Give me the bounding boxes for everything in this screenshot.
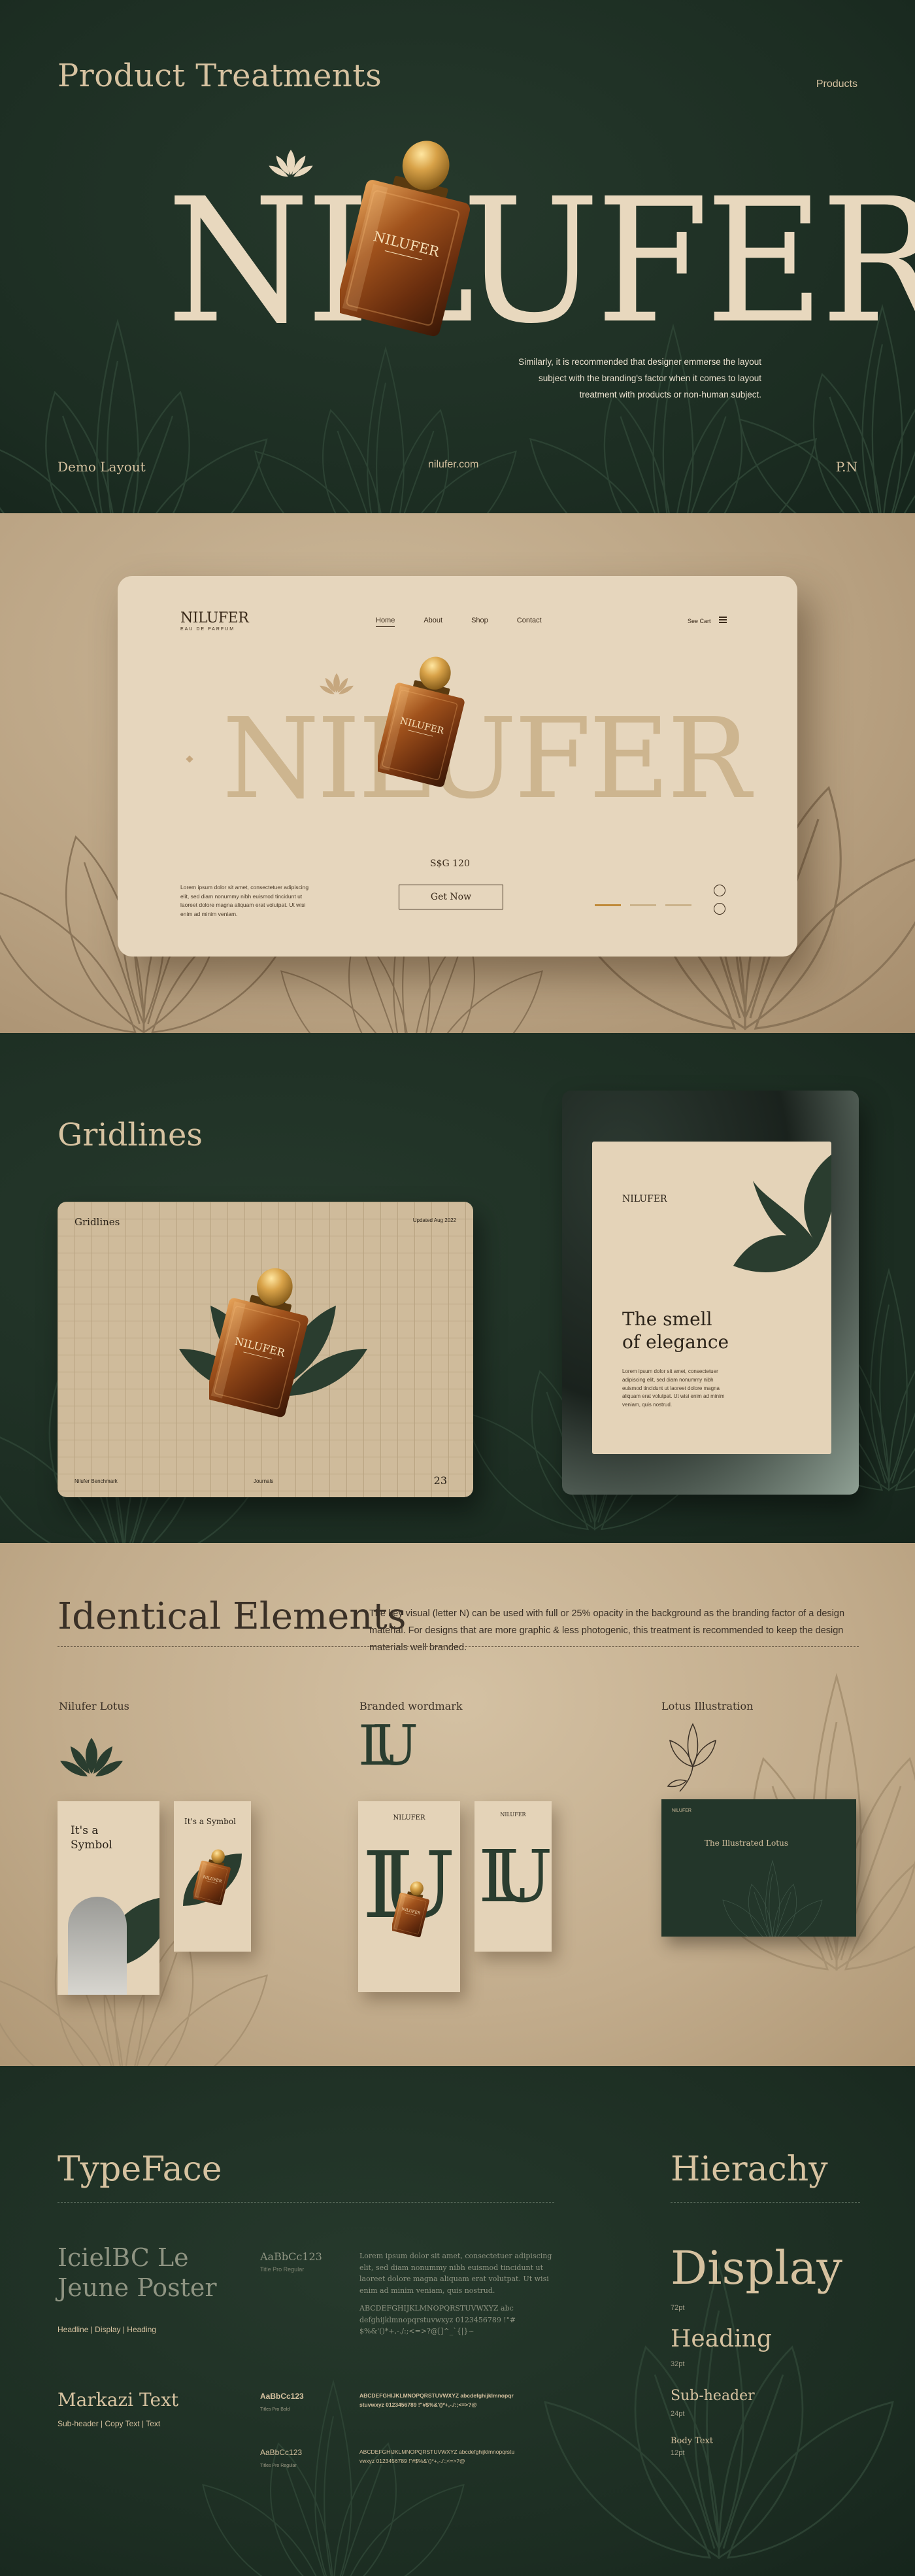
font2-sample-regular: AaBbCc123 xyxy=(260,2448,303,2457)
section-title: Identical Elements xyxy=(58,1595,407,1638)
next-arrow-button[interactable] xyxy=(714,903,725,915)
font2-glyphs-bold: ABCDEFGHIJKLMNOPQRSTUVWXYZ abcdefghijklm… xyxy=(359,2392,514,2408)
slide-dot-active[interactable] xyxy=(595,904,621,906)
hierarchy-subheader-size: 24pt xyxy=(671,2410,685,2418)
card-footer-left: Nilufer Benchmark xyxy=(75,1478,118,1484)
lotus-drawing-icon xyxy=(667,1723,716,1792)
dashed-divider xyxy=(671,2202,860,2203)
hierarchy-heading: Heading xyxy=(671,2326,772,2352)
wordmark-card-2: NILUFER LU xyxy=(474,1801,552,1952)
poster-card: NILUFER The smell of elegance Lorem ipsu… xyxy=(592,1142,831,1454)
brand-wordmark: NILUFER xyxy=(222,694,751,824)
prev-arrow-button[interactable] xyxy=(714,885,725,896)
website-mockup-section: NILUFER EAU DE PARFUM Home About Shop Co… xyxy=(0,513,915,1033)
hero-description: Similarly, it is recommended that design… xyxy=(518,357,761,399)
perfume-bottle-image xyxy=(209,1262,314,1419)
lotus-icon xyxy=(59,1734,124,1781)
font1-caption: Title Pro Regular xyxy=(260,2266,305,2273)
hierarchy-title: Hierachy xyxy=(671,2150,828,2189)
monogram-lu: LU xyxy=(358,1714,418,1778)
font2-sample-bold: AaBbCc123 xyxy=(260,2392,304,2401)
typeface-section: TypeFace Hierachy IcielBC Le Jeune Poste… xyxy=(0,2066,915,2576)
dashed-divider xyxy=(58,2202,554,2203)
dashed-divider xyxy=(58,1646,859,1647)
poster-heading: The smell of elegance xyxy=(622,1308,729,1353)
gridlines-card: Gridlines Updated Aug 2022 Nilufer Bench… xyxy=(58,1202,473,1497)
card-page-number: 23 xyxy=(433,1474,447,1487)
font2-caption-bold: Titles Pro Bold xyxy=(260,2407,290,2412)
card-title: Gridlines xyxy=(75,1216,120,1228)
illustration-screen: NILUFER The Illustrated Lotus xyxy=(661,1799,856,1937)
font2-name: Markazi Text xyxy=(58,2389,179,2411)
footer-url[interactable]: nilufer.com xyxy=(428,459,478,471)
nav-home[interactable]: Home xyxy=(376,617,395,627)
poster-body: Lorem ipsum dolor sit amet, consectetuer… xyxy=(622,1368,725,1408)
perfume-bottle-image xyxy=(378,648,469,792)
wordmark-card-1: NILUFER LU xyxy=(358,1801,460,1992)
identical-elements-section: Identical Elements The key visual (lette… xyxy=(0,1543,915,2066)
footer-left: Demo Layout xyxy=(58,459,146,475)
section-title: Product Treatments xyxy=(58,58,382,94)
slide-dot[interactable] xyxy=(630,904,656,906)
font1-paragraph: Lorem ipsum dolor sit amet, consectetuer… xyxy=(359,2252,552,2295)
font1-uses: Headline | Display | Heading xyxy=(58,2325,156,2334)
label-lotus-illustration: Lotus Illustration xyxy=(661,1700,754,1712)
hierarchy-body: Body Text xyxy=(671,2436,714,2446)
hierarchy-body-size: 12pt xyxy=(671,2449,685,2457)
font2-caption-regular: Titles Pro Regular xyxy=(260,2464,297,2468)
story-card-2: It's a Symbol xyxy=(174,1801,251,1952)
get-now-button[interactable]: Get Now xyxy=(399,885,503,909)
model-photo xyxy=(68,1897,127,1995)
footer-initials: P.N xyxy=(835,459,857,475)
poster-frame: NILUFER The smell of elegance Lorem ipsu… xyxy=(562,1091,859,1495)
brand-wordmark: NILUFER xyxy=(167,161,915,362)
gridlines-section: Gridlines Gridlines Updated Aug 2022 Nil… xyxy=(0,1033,915,1543)
section-description: The key visual (letter N) can be used wi… xyxy=(369,1608,845,1653)
hierarchy-display-size: 72pt xyxy=(671,2304,685,2312)
nav-about[interactable]: About xyxy=(424,617,442,627)
site-nav: Home About Shop Contact xyxy=(376,617,542,627)
font2-glyphs-regular: ABCDEFGHIJKLMNOPQRSTUVWXYZ abcdefghijklm… xyxy=(359,2449,515,2464)
hierarchy-display: Display xyxy=(671,2241,842,2295)
label-branded-wordmark: Branded wordmark xyxy=(359,1700,463,1712)
section-title: Gridlines xyxy=(58,1117,203,1153)
price: S$G 120 xyxy=(430,858,470,869)
label-nilufer-lotus: Nilufer Lotus xyxy=(59,1700,129,1712)
section-tag: Products xyxy=(816,78,857,90)
website-mockup-card: NILUFER EAU DE PARFUM Home About Shop Co… xyxy=(118,576,797,957)
nav-shop[interactable]: Shop xyxy=(471,617,488,627)
product-treatments-section: Product Treatments Products NILUFER Simi… xyxy=(0,0,915,513)
hierarchy-heading-size: 32pt xyxy=(671,2360,685,2368)
leaf-icon xyxy=(733,1155,831,1272)
card-date: Updated Aug 2022 xyxy=(412,1217,456,1223)
hero-blurb: Lorem ipsum dolor sit amet, consectetuer… xyxy=(180,884,309,917)
hierarchy-subheader: Sub-header xyxy=(671,2388,755,2404)
diamond-marker-left xyxy=(186,755,193,763)
font1-sample: AaBbCc123 xyxy=(260,2250,322,2263)
poster-logo: NILUFER xyxy=(622,1194,667,1204)
typeface-title: TypeFace xyxy=(58,2150,222,2189)
lotus-icon xyxy=(319,671,354,697)
slider-indicators xyxy=(595,904,691,906)
nav-contact[interactable]: Contact xyxy=(517,617,542,627)
menu-icon[interactable] xyxy=(719,617,727,623)
font2-uses: Sub-header | Copy Text | Text xyxy=(58,2419,161,2428)
story-card-1: It's a Symbol xyxy=(58,1801,159,1995)
card-footer-center: Journals xyxy=(254,1478,274,1484)
font1-name: IcielBC Le Jeune Poster xyxy=(58,2243,217,2303)
site-logo[interactable]: NILUFER EAU DE PARFUM xyxy=(180,610,249,632)
slide-dot[interactable] xyxy=(665,904,691,906)
perfume-bottle-image xyxy=(340,127,477,343)
cart-link[interactable]: See Cart xyxy=(688,618,711,624)
font1-glyphs: ABCDEFGHIJKLMNOPQRSTUVWXYZ abcdefghijklm… xyxy=(359,2304,516,2336)
